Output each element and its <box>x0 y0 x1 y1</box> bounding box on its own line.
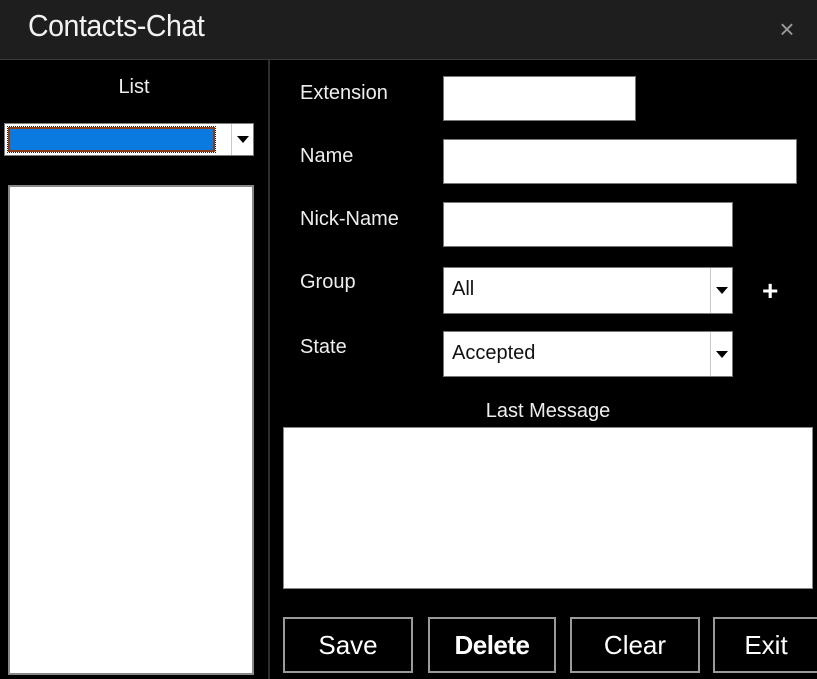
group-dropdown-value: All <box>452 278 475 300</box>
nickname-field[interactable] <box>443 202 733 247</box>
group-label: Group <box>300 271 356 293</box>
window-title: Contacts-Chat <box>28 8 205 43</box>
state-dropdown-button[interactable] <box>710 332 732 376</box>
list-dropdown[interactable] <box>4 123 254 156</box>
chevron-down-icon <box>715 287 728 294</box>
state-dropdown[interactable]: Accepted <box>443 331 733 377</box>
nickname-label: Nick-Name <box>300 208 399 230</box>
contact-list[interactable] <box>8 185 254 675</box>
chevron-down-icon <box>715 350 728 358</box>
chevron-down-icon <box>236 136 249 143</box>
clear-button[interactable]: Clear <box>570 617 700 673</box>
state-label: State <box>300 336 347 358</box>
extension-label: Extension <box>300 82 388 104</box>
panel-divider <box>268 60 270 679</box>
list-label: List <box>118 76 150 98</box>
name-field[interactable] <box>443 139 797 184</box>
extension-field[interactable] <box>443 76 636 121</box>
last-message-box[interactable] <box>283 427 813 589</box>
save-button[interactable]: Save <box>283 617 413 673</box>
exit-button[interactable]: Exit <box>713 617 817 673</box>
add-group-button[interactable]: + <box>762 277 778 305</box>
name-label: Name <box>300 145 354 167</box>
close-icon[interactable]: × <box>776 16 798 42</box>
group-dropdown-button[interactable] <box>710 268 732 313</box>
state-dropdown-value: Accepted <box>452 342 536 364</box>
group-dropdown[interactable]: All <box>443 267 733 314</box>
list-dropdown-selected-value <box>7 126 216 153</box>
list-dropdown-button[interactable] <box>231 124 253 155</box>
last-message-label: Last Message <box>485 400 611 422</box>
delete-button[interactable]: Delete <box>428 617 556 673</box>
